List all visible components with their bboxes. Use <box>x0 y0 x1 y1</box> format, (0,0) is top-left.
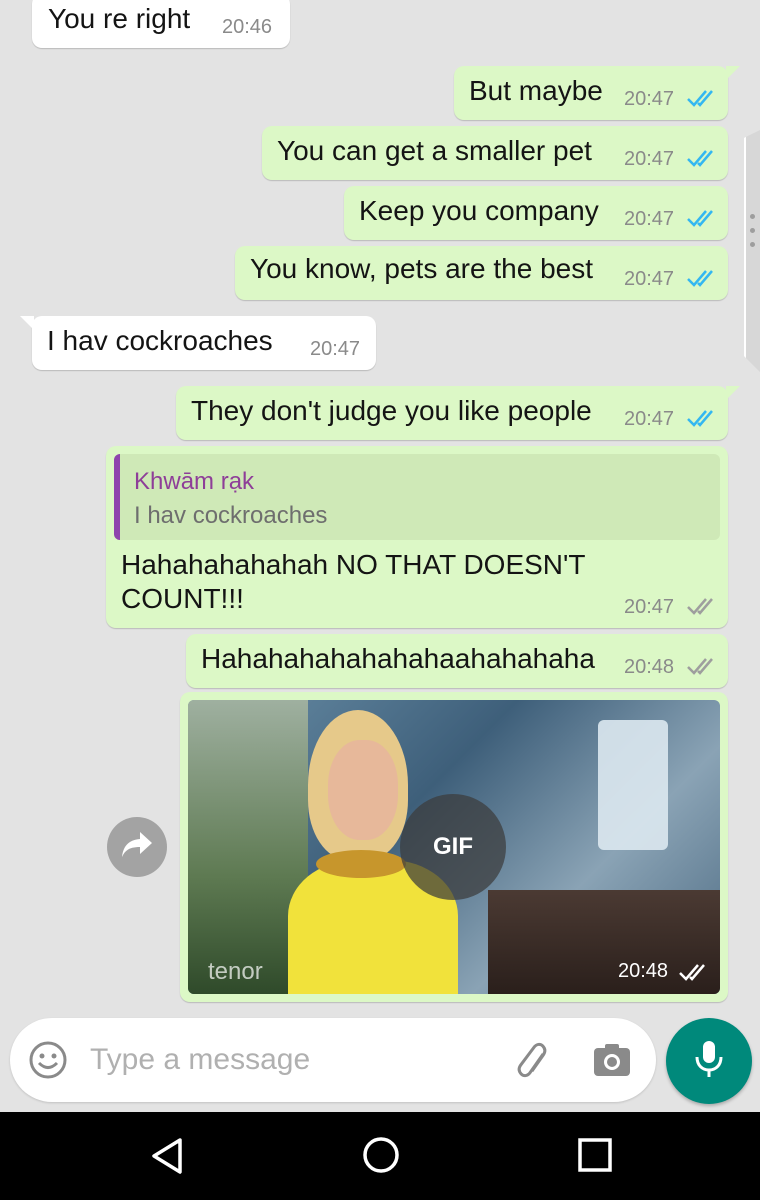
message-time: 20:46 <box>222 16 273 38</box>
message-time: 20:47 <box>624 148 675 170</box>
outgoing-gif-message[interactable]: GIF tenor 20:48 <box>180 692 728 1002</box>
read-ticks-icon <box>686 88 716 108</box>
more-options-icon <box>750 214 756 256</box>
outgoing-message[interactable]: You know, pets are the best 20:47 <box>235 246 728 300</box>
outgoing-message[interactable]: They don't judge you like people 20:47 <box>176 386 740 440</box>
message-text: They don't judge you like people <box>191 395 592 426</box>
microphone-button[interactable] <box>666 1018 752 1104</box>
delivered-ticks-icon <box>686 596 716 616</box>
quoted-message[interactable]: Khwām rạk I hav cockroaches <box>114 454 720 540</box>
message-time: 20:47 <box>624 268 675 290</box>
message-time: 20:47 <box>624 596 675 618</box>
message-time: 20:47 <box>624 408 675 430</box>
delivered-ticks-icon <box>686 656 716 676</box>
chat-conversation[interactable]: You re right 20:46 But maybe 20:47 You c… <box>0 0 760 1010</box>
message-time: 20:48 <box>624 656 675 678</box>
emoji-icon[interactable] <box>28 1040 68 1080</box>
camera-icon[interactable] <box>592 1042 632 1078</box>
message-text: Keep you company <box>359 195 599 226</box>
message-input[interactable] <box>90 1034 480 1086</box>
gif-background-lamp <box>598 720 668 850</box>
gif-person-face <box>328 740 398 840</box>
read-ticks-icon <box>686 268 716 288</box>
outgoing-message[interactable]: Hahahahahahahahaahahahaha 20:48 <box>186 634 728 688</box>
message-text: Hahahahahahah NO THAT DOESN'T COUNT!!! <box>121 549 585 614</box>
outgoing-message[interactable]: You can get a smaller pet 20:47 <box>262 126 728 180</box>
home-circle-icon[interactable] <box>360 1134 402 1176</box>
incoming-message[interactable]: I hav cockroaches 20:47 <box>20 316 376 370</box>
read-ticks-icon <box>686 408 716 428</box>
quote-accent-bar <box>114 454 120 540</box>
quote-text: I hav cockroaches <box>134 502 328 529</box>
quote-author: Khwām rạk <box>134 468 255 495</box>
message-text: You know, pets are the best <box>250 253 593 284</box>
message-text: You re right <box>48 3 191 34</box>
read-ticks-icon <box>686 208 716 228</box>
outgoing-message[interactable]: But maybe 20:47 <box>454 66 740 120</box>
outgoing-reply-message[interactable]: Khwām rạk I hav cockroaches Hahahahahaha… <box>106 446 728 628</box>
recents-square-icon[interactable] <box>576 1136 614 1174</box>
paperclip-icon[interactable] <box>510 1040 554 1080</box>
message-time: 20:47 <box>624 88 675 110</box>
microphone-icon <box>693 1039 725 1084</box>
gif-watermark: tenor <box>208 958 263 985</box>
message-text: You can get a smaller pet <box>277 135 592 166</box>
message-text: Hahahahahahahahaahahahaha <box>201 643 595 674</box>
incoming-message[interactable]: You re right 20:46 <box>32 0 290 48</box>
read-ticks-icon <box>686 148 716 168</box>
system-navigation-bar <box>0 1112 760 1200</box>
message-text: But maybe <box>469 75 603 106</box>
delivered-ticks-icon <box>678 962 708 982</box>
message-time: 20:47 <box>624 208 675 230</box>
message-time: 20:48 <box>618 960 669 982</box>
forward-button[interactable] <box>107 817 167 877</box>
message-composer <box>10 1018 656 1102</box>
message-text: I hav cockroaches <box>47 325 273 356</box>
forward-icon <box>120 830 154 865</box>
back-triangle-icon[interactable] <box>148 1136 186 1176</box>
gif-preview[interactable]: GIF tenor 20:48 <box>188 700 720 994</box>
message-time: 20:47 <box>310 338 361 360</box>
gif-badge-label: GIF <box>433 833 473 860</box>
gif-play-badge[interactable]: GIF <box>400 794 506 900</box>
gif-person-necklace <box>316 850 406 878</box>
outgoing-message[interactable]: Keep you company 20:47 <box>344 186 728 240</box>
